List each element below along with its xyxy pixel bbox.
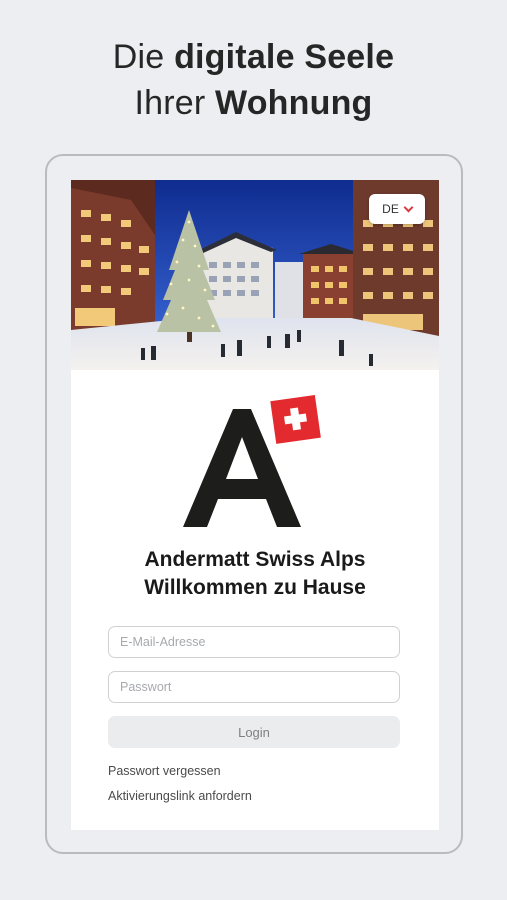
password-field[interactable] — [108, 671, 400, 703]
forgot-password-link[interactable]: Passwort vergessen — [108, 764, 221, 778]
email-field[interactable] — [108, 626, 400, 658]
app-title: Andermatt Swiss Alps Willkommen zu Hause — [71, 546, 439, 602]
hero-image: DE — [71, 180, 439, 370]
chevron-down-icon — [403, 202, 414, 212]
language-selector[interactable]: DE — [369, 194, 425, 224]
promo-headline: Die digitale Seele Ihrer Wohnung — [0, 34, 507, 126]
headline-line-1: Die digitale Seele — [112, 38, 395, 76]
headline-line-2: Ihrer Wohnung — [134, 84, 373, 122]
login-button[interactable]: Login — [108, 716, 400, 748]
brand-name: Andermatt Swiss Alps — [144, 548, 366, 571]
app-screen: DE Andermatt Swiss Alps Willkommen zu Ha… — [71, 180, 439, 830]
request-activation-link[interactable]: Aktivierungslink anfordern — [108, 789, 252, 803]
language-selector-value: DE — [382, 202, 399, 216]
andermatt-logo — [179, 395, 339, 535]
tablet-frame: DE Andermatt Swiss Alps Willkommen zu Ha… — [45, 154, 463, 854]
welcome-text: Willkommen zu Hause — [144, 576, 366, 599]
